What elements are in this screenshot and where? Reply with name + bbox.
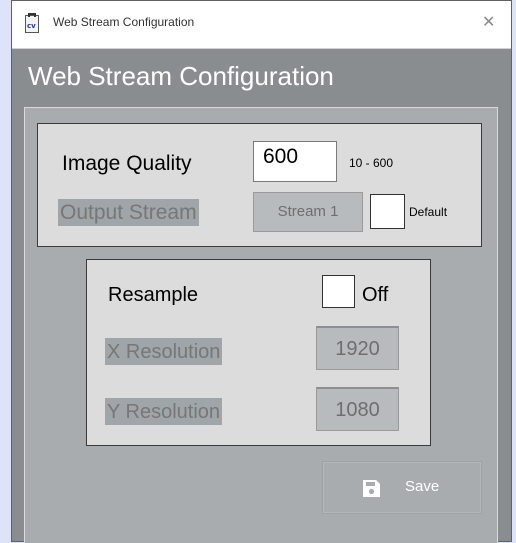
title-bar: cv Web Stream Configuration ✕ (12, 1, 511, 49)
page-title: Web Stream Configuration (28, 61, 334, 91)
output-stream-label: Output Stream (58, 199, 199, 226)
save-label: Save (405, 478, 440, 495)
default-checkbox[interactable] (370, 194, 405, 229)
save-icon (363, 480, 380, 497)
y-resolution-input[interactable]: 1080 (316, 387, 399, 431)
image-quality-label: Image Quality (62, 152, 192, 175)
y-resolution-label: Y Resolution (105, 398, 223, 425)
resample-label: Resample (108, 284, 199, 306)
save-button[interactable]: Save (322, 461, 482, 514)
resample-checkbox[interactable] (322, 275, 355, 308)
x-resolution-label: X Resolution (105, 338, 223, 365)
image-quality-input[interactable]: 600 (253, 141, 337, 182)
default-label: Default (409, 205, 448, 219)
close-icon[interactable]: ✕ (482, 13, 495, 31)
output-stream-input[interactable]: Stream 1 (253, 192, 363, 232)
window-title: Web Stream Configuration (53, 15, 195, 29)
app-icon: cv (25, 13, 39, 33)
image-quality-range: 10 - 600 (349, 156, 394, 170)
resample-state-label: Off (362, 284, 389, 306)
x-resolution-input[interactable]: 1920 (316, 326, 399, 370)
